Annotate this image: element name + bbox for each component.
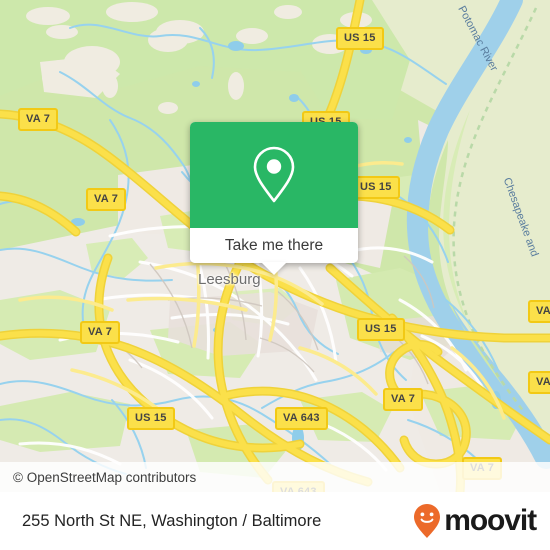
road-shield-va-7[interactable]: VA 7 [383,388,424,411]
road-shield-va-7[interactable]: VA 7 [528,300,550,323]
road-shield-us-15[interactable]: US 15 [127,407,175,430]
destination-popup-card[interactable]: Take me there [190,122,358,275]
road-shield-va-7[interactable]: VA 7 [18,108,59,131]
map-pin-icon [253,146,295,203]
map-attribution-bar: © OpenStreetMap contributors [0,462,550,492]
road-shield-us-15[interactable]: US 15 [336,27,384,50]
road-shield-va-643[interactable]: VA 643 [275,407,328,430]
footer-bar: 255 North St NE, Washington / Baltimore … [0,492,550,550]
popup-cta-area[interactable]: Take me there [190,228,358,263]
road-shield-us-15[interactable]: US 15 [352,176,400,199]
road-shield-va-7[interactable]: VA 7 [528,371,550,394]
moovit-wordmark: moovit [444,504,537,537]
road-shield-va-7[interactable]: VA 7 [86,188,127,211]
popup-icon-area [190,122,358,228]
address-label: 255 North St NE, Washington / Baltimore [22,511,322,530]
moovit-map-screenshot: Leesburg Potomac River Chesapeake and US… [0,0,550,550]
map-place-label-leesburg: Leesburg [198,271,261,288]
moovit-pin-smile-icon [414,504,441,538]
take-me-there-label: Take me there [224,236,324,254]
road-shield-us-15[interactable]: US 15 [357,318,405,341]
road-shield-va-7[interactable]: VA 7 [80,321,121,344]
moovit-logo[interactable]: moovit [412,503,537,539]
map-canvas[interactable]: Leesburg Potomac River Chesapeake and US… [0,0,550,492]
popup-pointer-tail [261,262,287,275]
openstreetmap-attribution-text[interactable]: © OpenStreetMap contributors [0,470,196,485]
